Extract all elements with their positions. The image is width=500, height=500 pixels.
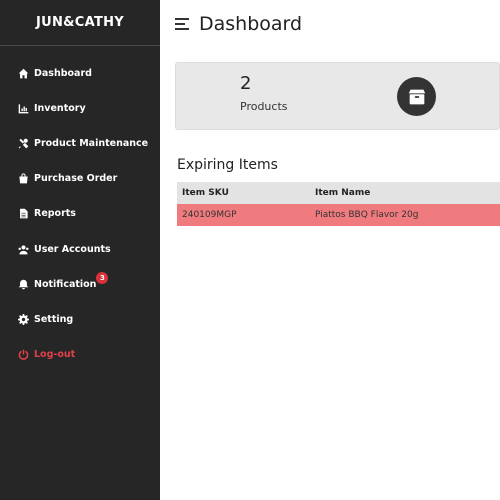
sidebar-item-product-maintenance[interactable]: Product Maintenance [17,135,148,151]
sidebar-item-notification[interactable]: Notification 3 [17,271,109,292]
tools-icon [17,137,29,149]
sidebar-item-purchase-order[interactable]: Purchase Order [17,170,117,186]
column-header-sku: Item SKU [182,188,229,198]
shopping-bag-icon [17,172,29,184]
page-title: Dashboard [199,13,303,35]
expiring-items-title: Expiring Items [177,157,278,173]
item-sku-cell: 240109MGP [182,210,237,220]
products-count: 2 [240,73,252,94]
products-label: Products [240,100,288,113]
table-header-row: Item SKU Item Name [177,182,500,204]
sidebar-item-label: Purchase Order [34,172,118,184]
brand-logo-text: JUN&CATHY [0,0,160,46]
table-row[interactable]: 240109MGP Piattos BBQ Flavor 20g [177,204,500,226]
home-icon [17,67,29,79]
sidebar-item-label: Notification [34,278,97,290]
sidebar-item-setting[interactable]: Setting [17,311,73,327]
item-name-cell: Piattos BBQ Flavor 20g [315,210,419,220]
sidebar-item-label: User Accounts [34,243,111,255]
bell-icon [17,278,29,290]
users-icon [17,243,29,255]
sidebar-item-label-wrap: Notification 3 [34,271,109,290]
sidebar-item-label: Inventory [34,102,86,114]
sidebar-item-label: Product Maintenance [34,137,149,149]
sidebar-item-user-accounts[interactable]: User Accounts [17,241,111,257]
sidebar-item-label: Log-out [34,348,76,360]
sidebar-item-label: Dashboard [34,67,92,79]
sidebar: JUN&CATHY Dashboard Inventory Product Ma… [0,0,160,500]
sidebar-item-reports[interactable]: Reports [17,205,76,221]
file-icon [17,207,29,219]
expiring-items-table: Item SKU Item Name 240109MGP Piattos BBQ… [177,182,500,226]
sidebar-item-logout[interactable]: Log-out [17,346,75,362]
column-header-name: Item Name [315,188,371,198]
box-icon [397,77,436,116]
sidebar-item-label: Reports [34,207,76,219]
top-bar: Dashboard [160,0,500,52]
sidebar-item-dashboard[interactable]: Dashboard [17,65,92,81]
notification-badge: 3 [96,271,109,284]
products-summary-card: 2 Products [175,62,500,130]
chart-icon [17,102,29,114]
sidebar-item-inventory[interactable]: Inventory [17,100,86,116]
power-icon [17,348,29,360]
gear-icon [17,313,29,325]
menu-toggle-icon[interactable] [175,18,189,32]
sidebar-item-label: Setting [34,313,74,325]
